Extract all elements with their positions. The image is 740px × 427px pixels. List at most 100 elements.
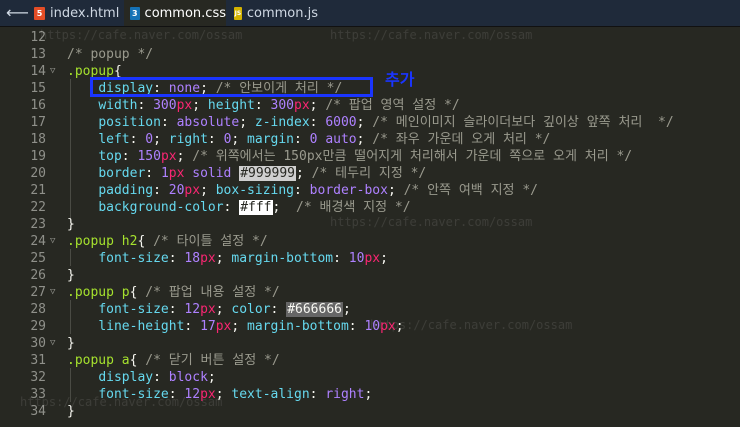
color-value: #666666: [286, 302, 343, 317]
value: block: [168, 370, 208, 385]
line-number: 22: [30, 200, 46, 215]
comment: /* 팝업 영역 설정 */: [325, 98, 460, 113]
line-number: 20: [30, 166, 46, 181]
code-line: left: 0; right: 0; margin: 0 auto; /* 좌우…: [98, 132, 551, 147]
property: right: [168, 132, 208, 147]
highlight-box: [90, 77, 373, 97]
property: margin-bottom: [231, 251, 334, 266]
code-line: width: 300px; height: 300px; /* 팝업 영역 설정…: [98, 98, 460, 113]
watermark: https://cafe.naver.com/ossam: [330, 215, 533, 229]
annotation-label: 추가: [385, 70, 415, 89]
value: border-box: [309, 183, 388, 198]
code-line: }: [67, 268, 75, 283]
unit: px: [184, 183, 201, 198]
tab-common-css[interactable]: 3 common.css: [124, 0, 226, 26]
value: 1: [160, 166, 169, 181]
selector: .popup a: [67, 353, 130, 368]
code-line: .popup h2{ /* 타이틀 설정 */: [67, 234, 268, 249]
tab-index-html[interactable]: 5 index.html: [28, 0, 124, 26]
line-number: 23: [30, 217, 46, 232]
value: 12: [184, 387, 201, 402]
property: width: [98, 98, 138, 113]
line-number: 31: [30, 353, 46, 368]
selector: .popup p: [67, 285, 130, 300]
fold-arrow-icon[interactable]: ▽: [50, 284, 55, 301]
code-line: padding: 20px; box-sizing: border-box; /…: [98, 183, 538, 198]
code-line: }: [67, 336, 75, 351]
code-line: top: 150px; /* 위쪽에서는 150px만큼 떨어지게 처리해서 가…: [98, 149, 633, 164]
fold-arrow-icon[interactable]: ▽: [50, 335, 55, 352]
unit: px: [364, 251, 381, 266]
line-number: 19: [30, 149, 46, 164]
line-number: 26: [30, 268, 46, 283]
unit: px: [380, 319, 396, 334]
color-value: #fff: [239, 200, 273, 215]
comment: /* 메인이미지 슬라이더보다 깊이상 앞쪽 처리 */: [372, 115, 674, 130]
property: color: [231, 302, 271, 317]
css-file-icon: 3: [130, 6, 140, 20]
code-line: font-size: 12px; color: #666666;: [98, 302, 351, 317]
value: right: [325, 387, 365, 402]
property: font-size: [98, 302, 169, 317]
property: background-color: [98, 200, 224, 215]
code-line: font-size: 18px; margin-bottom: 10px;: [98, 251, 388, 266]
tab-label: common.css: [144, 5, 226, 21]
property: box-sizing: [215, 183, 295, 198]
value: 6000: [325, 115, 357, 130]
unit: px: [294, 98, 310, 113]
property: line-height: [98, 319, 185, 334]
value: auto: [325, 132, 357, 147]
comment: /* 닫기 버튼 설정 */: [145, 353, 280, 368]
value: 12: [184, 302, 201, 317]
property: margin-bottom: [247, 319, 349, 334]
watermark: https://cafe.naver.com/ossam: [330, 28, 533, 42]
line-number: 25: [30, 251, 46, 266]
property: z-index: [254, 115, 310, 130]
line-number: 15: [30, 81, 46, 96]
property: position: [98, 115, 161, 130]
comment: /* 테두리 지정 */: [311, 166, 427, 181]
comment: /* popup */: [67, 47, 154, 62]
unit: px: [160, 149, 177, 164]
line-number: 13: [30, 47, 46, 62]
code-line: border: 1px solid #999999; /* 테두리 지정 */: [98, 166, 427, 181]
line-number: 17: [30, 115, 46, 130]
fold-arrow-icon[interactable]: ▽: [50, 63, 55, 80]
tab-label: index.html: [50, 5, 120, 21]
value: 20: [168, 183, 185, 198]
property: height: [207, 98, 255, 113]
comment: /* 안쪽 여백 지정 */: [403, 183, 538, 198]
code-line: .popup a{ /* 닫기 버튼 설정 */: [67, 353, 280, 368]
unit: px: [200, 387, 216, 402]
line-number: 29: [30, 319, 46, 334]
line-number: 32: [30, 370, 46, 385]
value: 10: [348, 251, 365, 266]
back-arrow-icon[interactable]: ⟵: [6, 3, 29, 23]
code-line: line-height: 17px; margin-bottom: 10px;: [98, 319, 404, 334]
line-number: 30: [30, 336, 46, 351]
unit: px: [176, 98, 193, 113]
value: 150: [137, 149, 161, 164]
html-file-icon: 5: [34, 6, 45, 20]
fold-arrow-icon[interactable]: ▽: [50, 233, 55, 250]
line-number-gutter: 12 13 14 15 16 17 18 19 20 21 22 23 24 2…: [0, 27, 62, 427]
unit: px: [168, 166, 185, 181]
color-value: #999999: [239, 166, 297, 181]
tab-label: common.js: [246, 5, 318, 21]
value: 10: [364, 319, 381, 334]
code-line: font-size: 12px; text-align: right;: [98, 387, 373, 402]
line-number: 16: [30, 98, 46, 113]
code-line: background-color: #fff; /* 배경색 지정 */: [98, 200, 411, 215]
comment: /* 타이틀 설정 */: [153, 234, 268, 249]
line-number: 14: [30, 64, 46, 79]
code-line: .popup p{ /* 팝업 내용 설정 */: [67, 285, 280, 300]
watermark: https://cafe.naver.com/ossam: [40, 28, 243, 42]
code-line: /* popup */: [67, 46, 153, 63]
line-number: 18: [30, 132, 46, 147]
tab-common-js[interactable]: JS common.js: [228, 0, 318, 26]
value: solid: [192, 166, 232, 181]
value: absolute: [176, 115, 240, 130]
code-line: display: block;: [98, 370, 216, 385]
value: 300: [153, 98, 177, 113]
property: font-size: [98, 387, 169, 402]
